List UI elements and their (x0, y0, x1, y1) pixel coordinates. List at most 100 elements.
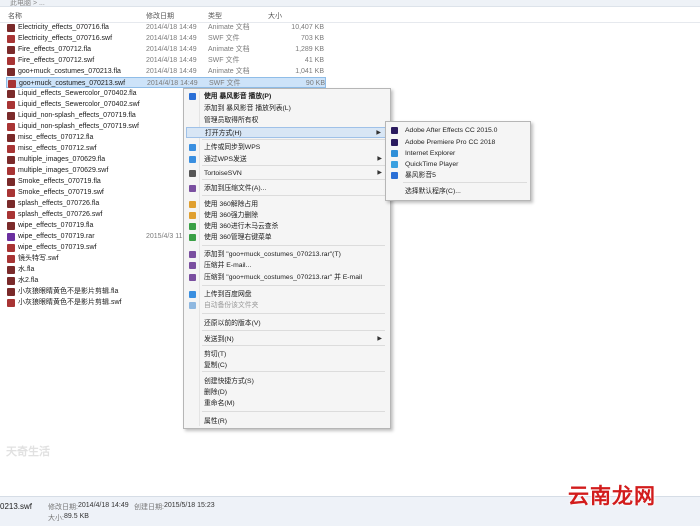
file-size: 1,289 KB (295, 46, 324, 53)
open-with-item[interactable]: 暴风影音5 (388, 170, 526, 181)
context-menu-item[interactable]: 创建快捷方式(S) (186, 376, 387, 387)
details-modified-value: 2014/4/18 14:49 (78, 502, 129, 509)
context-menu-item[interactable]: 删除(D) (186, 387, 387, 398)
archive-icon (189, 185, 196, 192)
menu-item-label: TortoiseSVN (204, 170, 242, 177)
file-date: 2014/4/18 14:49 (146, 68, 197, 75)
menu-separator (202, 245, 385, 246)
swf-file-icon (7, 35, 15, 43)
fla-file-icon (7, 112, 15, 120)
top-toolbar: 此电脑 > ... (0, 0, 700, 7)
menu-item-label: 上传到百度网盘 (204, 291, 252, 298)
menu-item-label: 还原以前的版本(V) (204, 320, 261, 327)
context-menu-item[interactable]: 打开方式(H) ▶ (186, 127, 387, 138)
menu-separator (202, 313, 385, 314)
swf-file-icon (7, 167, 15, 175)
baofeng-icon (391, 172, 398, 179)
menu-item-label: 使用 360强力删除 (204, 212, 259, 219)
file-row[interactable]: Fire_effects_070712.swf 2014/4/18 14:49 SW… (6, 55, 326, 66)
context-menu-item[interactable]: 还原以前的版本(V) (186, 318, 387, 329)
context-menu-item[interactable]: 压缩并 E-mail... (186, 260, 387, 271)
file-name: misc_effects_070712.swf (18, 145, 97, 152)
context-menu-item[interactable]: 添加到 暴风影音 播放列表(L) (186, 103, 387, 114)
swf-file-icon (7, 244, 15, 252)
context-menu-item[interactable]: 使用 暴风影音 播放(P) (186, 91, 387, 102)
file-size: 1,041 KB (295, 68, 324, 75)
file-size: 41 KB (304, 57, 324, 64)
context-menu-item[interactable]: 发送到(N) ▶ (186, 334, 387, 345)
context-menu-item[interactable]: 复制(C) (186, 360, 387, 371)
cloud-icon (189, 291, 196, 298)
open-with-item[interactable]: Adobe After Effects CC 2015.0 (388, 125, 526, 136)
open-with-item[interactable]: Adobe Premiere Pro CC 2018 (388, 137, 526, 148)
file-name: goo+muck_costumes_070213.fla (18, 68, 121, 75)
context-menu-item[interactable]: 使用 360进行木马云查杀 (186, 221, 387, 232)
quicktime-icon (391, 161, 398, 168)
context-menu-item[interactable]: 重命名(M) (186, 398, 387, 409)
details-modified-label: 修改日期: (48, 504, 78, 511)
file-size: 10,407 KB (291, 24, 324, 31)
context-menu-item[interactable]: 使用 360解除占用 (186, 199, 387, 210)
file-name: 水2.fla (18, 277, 39, 284)
menu-item-label: 重命名(M) (204, 400, 235, 407)
column-header-date[interactable]: 修改日期 (146, 11, 174, 21)
context-menu-item[interactable]: 压缩到 "goo+muck_costumes_070213.rar" 并 E-m… (186, 272, 387, 283)
context-menu-item[interactable]: 属性(R) (186, 416, 387, 427)
menu-item-label: 压缩并 E-mail... (204, 262, 252, 269)
file-name: wipe_effects_070719.fla (18, 222, 94, 229)
file-name: Liquid_effects_Sewercolor_070402.fla (18, 90, 137, 97)
send-icon (189, 156, 196, 163)
menu-item-label: 使用 360解除占用 (204, 201, 259, 208)
menu-item-label: 自动备份该文件夹 (204, 302, 259, 309)
submenu-arrow-icon: ▶ (377, 336, 382, 342)
menu-separator (202, 139, 385, 140)
file-row[interactable]: goo+muck_costumes_070213.fla 2014/4/18 14… (6, 66, 326, 77)
open-with-item[interactable]: QuickTime Player (388, 159, 526, 170)
fla-file-icon (7, 277, 15, 285)
menu-item-label: 管理员取得所有权 (204, 117, 259, 124)
file-name: splash_effects_070726.swf (18, 211, 103, 218)
file-date: 2014/4/18 14:49 (146, 57, 197, 64)
file-type: Animate 文档 (208, 46, 250, 53)
fla-file-icon (7, 200, 15, 208)
file-size: 703 KB (301, 35, 324, 42)
file-row[interactable]: Fire_effects_070712.fla 2014/4/18 14:49 An… (6, 44, 326, 55)
file-name: Electricity_effects_070716.swf (18, 35, 113, 42)
menu-separator (202, 330, 385, 331)
context-menu-item[interactable]: 使用 360管理右键菜单 (186, 232, 387, 243)
column-header-size[interactable]: 大小 (268, 11, 282, 21)
fla-file-icon (7, 24, 15, 32)
column-header-type[interactable]: 类型 (208, 11, 222, 21)
shield-icon (189, 212, 196, 219)
open-with-label: Adobe After Effects CC 2015.0 (405, 127, 498, 134)
context-menu-item[interactable]: 上传到百度网盘 (186, 289, 387, 300)
context-menu-item[interactable]: 剪切(T) (186, 349, 387, 360)
context-menu-item[interactable]: 管理员取得所有权 (186, 115, 387, 126)
premiere-icon (391, 139, 398, 146)
file-name: 小灰狼眼睛黄色不是影片剪辑.fla (18, 288, 119, 295)
file-row[interactable]: Electricity_effects_070716.swf 2014/4/18 … (6, 33, 326, 44)
ie-icon (391, 150, 398, 157)
context-menu-item[interactable]: 使用 360强力删除 (186, 210, 387, 221)
file-row[interactable]: goo+muck_costumes_070213.swf 2014/4/18 14… (6, 77, 326, 88)
file-row[interactable]: Electricity_effects_070716.fla 2014/4/18 … (6, 22, 326, 33)
play-icon (189, 93, 196, 100)
context-menu-item[interactable]: 上传或同步到WPS (186, 142, 387, 153)
context-menu-item[interactable]: 添加到 "goo+muck_costumes_070213.rar"(T) (186, 249, 387, 260)
context-menu-item[interactable]: TortoiseSVN ▶ (186, 168, 387, 179)
context-menu-item[interactable]: 通过WPS发送 ▶ (186, 154, 387, 165)
file-name: Liquid_effects_Sewercolor_070402.swf (18, 101, 140, 108)
column-header-name[interactable]: 名称 (8, 11, 22, 21)
open-with-label: Adobe Premiere Pro CC 2018 (405, 139, 496, 146)
toolbar-text: 此电脑 > ... (10, 0, 45, 7)
context-menu-item[interactable]: 添加到压缩文件(A)... (186, 183, 387, 194)
menu-item-label: 通过WPS发送 (204, 156, 247, 163)
file-name: splash_effects_070726.fla (18, 200, 100, 207)
open-with-item[interactable]: Internet Explorer (388, 148, 526, 159)
swf-file-icon (7, 255, 15, 263)
file-name: multiple_images_070629.swf (18, 167, 109, 174)
swf-file-icon (7, 145, 15, 153)
menu-item-label: 上传或同步到WPS (204, 144, 261, 151)
submenu-arrow-icon: ▶ (377, 170, 382, 176)
open-with-item[interactable]: 选择默认程序(C)... (388, 186, 526, 197)
